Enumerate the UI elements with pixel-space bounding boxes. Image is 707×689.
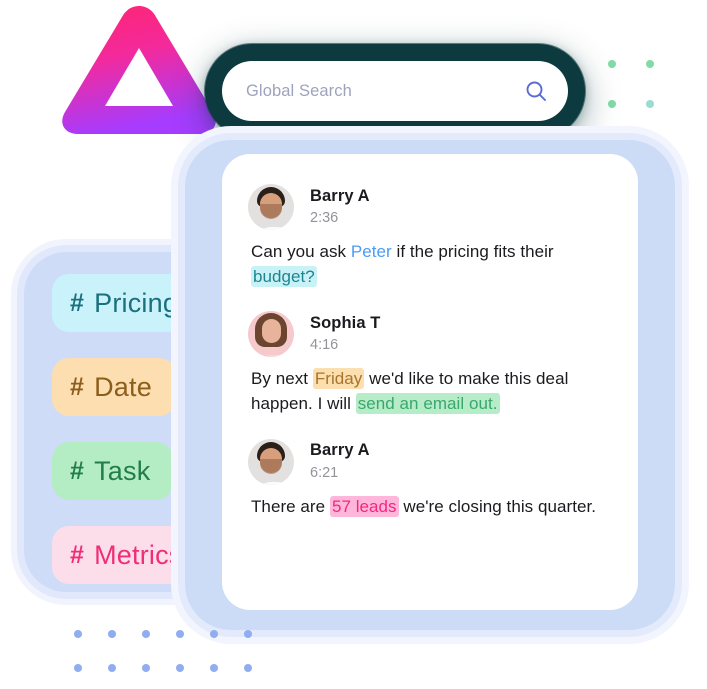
decorative-dot xyxy=(646,60,654,68)
highlighted-entity[interactable]: Friday xyxy=(312,368,365,390)
logo-triangle-icon xyxy=(62,6,216,134)
decorative-dot xyxy=(176,630,184,638)
chat-message: Barry A 6:21 There are 57 leads we're cl… xyxy=(248,438,610,520)
message-text: if the pricing fits their xyxy=(391,242,554,261)
search-icon[interactable] xyxy=(524,79,548,103)
tag-chip-label: Metrics xyxy=(94,539,183,570)
chat-message: Sophia T 4:16 By next Friday we'd like t… xyxy=(248,311,610,416)
decorative-dot xyxy=(74,630,82,638)
app-screenshot: # Pricing # Date # Task # Metrics xyxy=(0,0,707,689)
avatar xyxy=(248,311,294,358)
message-header: Barry A 6:21 xyxy=(248,438,610,485)
message-text: By next xyxy=(251,369,313,389)
message-timestamp: 6:21 xyxy=(310,464,339,481)
search-input[interactable] xyxy=(244,80,524,102)
message-body: Can you ask Peter if the pricing fits th… xyxy=(251,240,610,289)
avatar xyxy=(248,184,294,230)
highlighted-entity[interactable]: send an email out. xyxy=(355,392,500,414)
message-author: Sophia T xyxy=(310,314,381,333)
chat-panel-frame: Barry A 2:36 Can you ask Peter if the pr… xyxy=(185,140,675,630)
highlighted-entity[interactable]: 57 leads xyxy=(329,495,399,517)
decorative-dot xyxy=(608,100,616,108)
search-field[interactable] xyxy=(222,61,568,121)
message-timestamp: 4:16 xyxy=(310,337,339,354)
message-text: Can you ask xyxy=(251,242,351,261)
message-author: Barry A xyxy=(310,186,370,205)
decorative-dot xyxy=(210,664,218,672)
decorative-dot xyxy=(176,664,184,672)
decorative-dot xyxy=(244,664,252,672)
decorative-dot xyxy=(244,630,252,638)
message-timestamp: 2:36 xyxy=(310,210,339,227)
decorative-dots-top-right xyxy=(608,60,658,110)
hash-icon: # xyxy=(70,288,85,317)
decorative-dot xyxy=(210,630,218,638)
chat-message-list: Barry A 2:36 Can you ask Peter if the pr… xyxy=(222,154,638,610)
hash-icon: # xyxy=(70,540,85,569)
message-author: Barry A xyxy=(310,441,370,460)
decorative-dot xyxy=(646,100,654,108)
decorative-dots-bottom-left xyxy=(74,630,274,674)
decorative-dot xyxy=(108,630,116,638)
decorative-dot xyxy=(74,664,82,672)
message-header: Barry A 2:36 xyxy=(248,184,610,230)
decorative-dot xyxy=(608,60,616,68)
message-header: Sophia T 4:16 xyxy=(248,311,610,358)
hash-icon: # xyxy=(70,456,85,485)
global-search-bar xyxy=(193,32,597,150)
decorative-dot xyxy=(108,664,116,672)
hash-icon: # xyxy=(70,372,85,401)
app-logo xyxy=(55,0,223,138)
mention-link[interactable]: Peter xyxy=(351,242,392,261)
tag-chip-metrics[interactable]: # Metrics xyxy=(52,526,207,584)
tag-chip-label: Date xyxy=(94,371,152,402)
avatar xyxy=(248,438,294,485)
chat-message: Barry A 2:36 Can you ask Peter if the pr… xyxy=(248,184,610,289)
tag-chip-task[interactable]: # Task xyxy=(52,442,173,500)
message-text: There are xyxy=(251,496,330,516)
tag-chip-date[interactable]: # Date xyxy=(52,358,176,416)
message-text: we're closing this quarter. xyxy=(398,496,597,516)
decorative-dot xyxy=(142,664,150,672)
tag-chip-label: Task xyxy=(94,455,151,486)
tag-chip-label: Pricing xyxy=(94,287,179,318)
highlighted-entity[interactable]: budget? xyxy=(251,265,317,287)
message-body: There are 57 leads we're closing this qu… xyxy=(251,495,610,520)
message-body: By next Friday we'd like to make this de… xyxy=(251,367,610,416)
decorative-dot xyxy=(142,630,150,638)
